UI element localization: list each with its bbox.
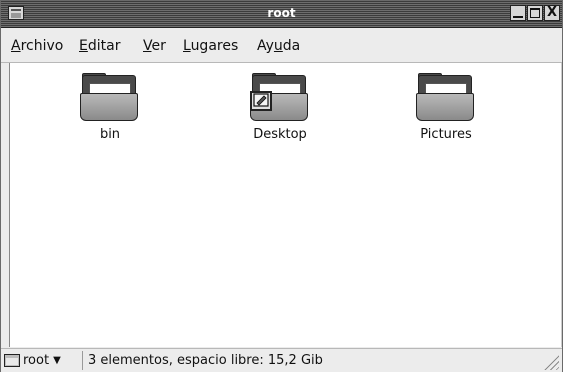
close-icon: X bbox=[546, 5, 558, 20]
icon-view[interactable]: bin Desktop Pictures bbox=[9, 63, 562, 347]
minimize-button[interactable] bbox=[510, 5, 526, 21]
menu-archivo[interactable]: Archivo bbox=[11, 38, 63, 54]
desktop-emblem-icon bbox=[250, 91, 272, 111]
title-bar[interactable]: root X bbox=[1, 1, 562, 28]
file-label: Pictures bbox=[420, 127, 472, 142]
folder-icon bbox=[4, 354, 20, 367]
menu-ver[interactable]: Ver bbox=[143, 38, 166, 54]
file-item-bin[interactable]: bin bbox=[60, 73, 160, 142]
file-label: bin bbox=[99, 127, 121, 142]
menu-editar[interactable]: Editar bbox=[79, 38, 120, 54]
dropdown-arrow-icon: ▼ bbox=[53, 355, 61, 366]
window-title: root bbox=[267, 6, 296, 20]
location-button[interactable]: root ▼ bbox=[4, 351, 79, 370]
minimize-icon bbox=[513, 16, 523, 18]
folder-icon bbox=[416, 73, 476, 121]
menu-lugares[interactable]: Lugares bbox=[183, 38, 238, 54]
maximize-button[interactable] bbox=[527, 5, 543, 21]
file-item-desktop[interactable]: Desktop bbox=[230, 73, 330, 142]
close-button[interactable]: X bbox=[544, 5, 560, 21]
folder-icon bbox=[80, 73, 140, 121]
file-label: Desktop bbox=[253, 127, 307, 142]
menu-bar: Archivo Editar Ver Lugares Ayuda bbox=[1, 28, 562, 63]
status-separator bbox=[82, 351, 83, 370]
status-text: 3 elementos, espacio libre: 15,2 Gib bbox=[88, 353, 323, 368]
menu-ayuda[interactable]: Ayuda bbox=[257, 38, 300, 54]
maximize-icon bbox=[530, 8, 540, 18]
location-label: root bbox=[23, 353, 50, 368]
file-manager-window: root X Archivo Editar Ver Lugares Ayuda … bbox=[0, 0, 563, 372]
status-bar: root ▼ 3 elementos, espacio libre: 15,2 … bbox=[1, 348, 562, 372]
file-item-pictures[interactable]: Pictures bbox=[396, 73, 496, 142]
folder-icon bbox=[250, 73, 310, 121]
resize-grip-icon[interactable] bbox=[541, 352, 559, 370]
